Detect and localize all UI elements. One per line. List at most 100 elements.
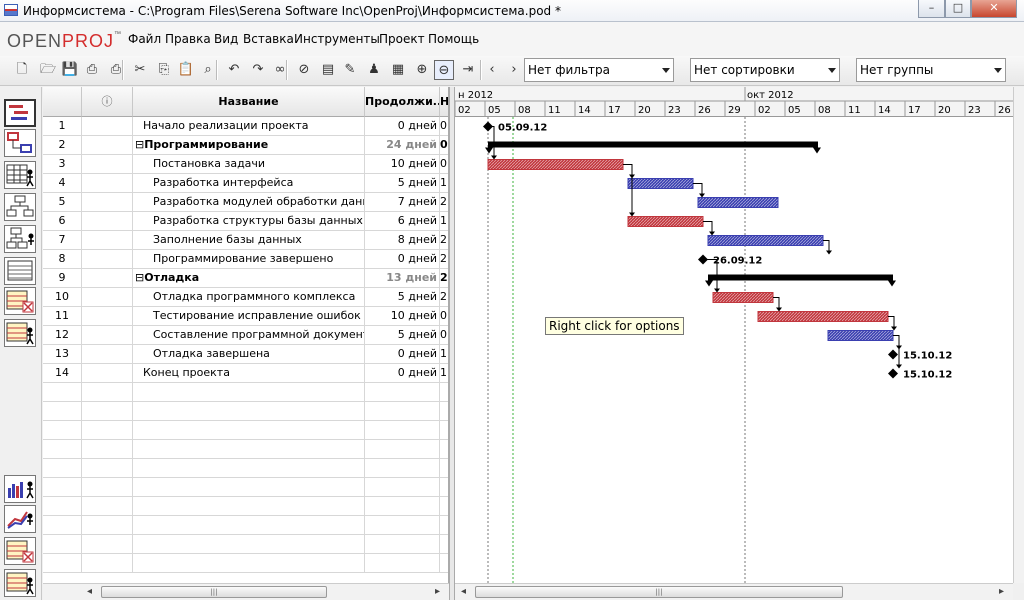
- task-duration[interactable]: 5 дней: [365, 326, 440, 345]
- task-name[interactable]: Начало реализации проекта: [133, 117, 365, 136]
- column-header-indicators[interactable]: ⓘ: [82, 87, 133, 117]
- resource-usage-detail-button[interactable]: [4, 569, 36, 597]
- empty-table-row[interactable]: [43, 535, 448, 554]
- task-name[interactable]: [133, 459, 365, 478]
- task-duration[interactable]: 5 дней: [365, 174, 440, 193]
- scroll-right-icon[interactable]: ▸: [999, 586, 1004, 597]
- task-duration[interactable]: [365, 497, 440, 516]
- project-view-button[interactable]: [4, 319, 36, 347]
- task-duration[interactable]: 5 дней: [365, 288, 440, 307]
- task-name[interactable]: Составление программной документации: [133, 326, 365, 345]
- task-duration[interactable]: [365, 478, 440, 497]
- task-name[interactable]: Разработка модулей обработки данных: [133, 193, 365, 212]
- menu-tools[interactable]: Инструменты: [294, 32, 380, 46]
- save-icon[interactable]: 💾: [60, 60, 80, 80]
- task-name[interactable]: Разработка интерфейса: [133, 174, 365, 193]
- task-duration[interactable]: 24 дней: [365, 136, 440, 155]
- table-row[interactable]: 3 Постановка задачи 10 дней 0: [43, 155, 448, 174]
- task-duration[interactable]: [365, 459, 440, 478]
- resource-usage-view-button[interactable]: [4, 161, 36, 189]
- find-icon[interactable]: ⌕: [198, 60, 218, 80]
- empty-table-row[interactable]: [43, 516, 448, 535]
- table-row[interactable]: 6 Разработка структуры базы данных 6 дней 1: [43, 212, 448, 231]
- task-name[interactable]: [133, 421, 365, 440]
- task-name[interactable]: ⊟Программирование: [133, 136, 365, 155]
- open-icon[interactable]: 🗁: [38, 60, 58, 80]
- task-duration[interactable]: [365, 535, 440, 554]
- menu-edit[interactable]: Правка: [165, 32, 211, 46]
- column-header-id[interactable]: [43, 87, 82, 117]
- table-row[interactable]: 13 Отладка завершена 0 дней 1: [43, 345, 448, 364]
- task-name[interactable]: Отладка программного комплекса: [133, 288, 365, 307]
- undo-icon[interactable]: ↶: [224, 60, 244, 80]
- minimize-button[interactable]: –: [918, 0, 945, 18]
- scroll-thumb[interactable]: |||: [475, 586, 843, 598]
- table-row[interactable]: 10 Отладка программного комплекса 5 дней 2: [43, 288, 448, 307]
- redo-icon[interactable]: ↷: [248, 60, 268, 80]
- empty-table-row[interactable]: [43, 383, 448, 402]
- table-row[interactable]: 2 ⊟Программирование 24 дней 0: [43, 136, 448, 155]
- task-name[interactable]: Постановка задачи: [133, 155, 365, 174]
- task-name[interactable]: Заполнение базы данных: [133, 231, 365, 250]
- gantt-view-button[interactable]: [4, 99, 36, 127]
- group-select[interactable]: Нет группы: [856, 58, 1006, 82]
- task-name[interactable]: [133, 497, 365, 516]
- task-name[interactable]: Отладка завершена: [133, 345, 365, 364]
- column-header-name[interactable]: Название: [133, 87, 365, 117]
- new-icon[interactable]: 🗋: [12, 60, 32, 80]
- maximize-button[interactable]: □: [945, 0, 971, 18]
- task-name[interactable]: Разработка структуры базы данных: [133, 212, 365, 231]
- task-name[interactable]: Программирование завершено: [133, 250, 365, 269]
- prev-icon[interactable]: ‹: [482, 60, 502, 80]
- table-row[interactable]: 12 Составление программной документации5 …: [43, 326, 448, 345]
- task-duration[interactable]: 0 дней: [365, 364, 440, 383]
- table-row[interactable]: 11 Тестирование исправление ошибок 10 дней…: [43, 307, 448, 326]
- table-row[interactable]: 7 Заполнение базы данных 8 дней 2: [43, 231, 448, 250]
- column-header-duration[interactable]: Продолжи...: [365, 87, 440, 117]
- print-icon[interactable]: ⎙: [82, 60, 102, 80]
- scroll-right-icon[interactable]: ▸: [435, 586, 440, 597]
- zoom-in-icon[interactable]: ⊕: [412, 60, 432, 80]
- task-duration[interactable]: 10 дней: [365, 155, 440, 174]
- table-horizontal-scrollbar[interactable]: ◂ ||| ▸: [43, 583, 449, 600]
- empty-table-row[interactable]: [43, 478, 448, 497]
- copy-icon[interactable]: ⎘: [154, 60, 174, 80]
- task-duration[interactable]: [365, 516, 440, 535]
- zoom-out-icon[interactable]: ⊖: [434, 60, 454, 80]
- task-name[interactable]: Тестирование исправление ошибок: [133, 307, 365, 326]
- task-name[interactable]: [133, 554, 365, 573]
- task-name[interactable]: [133, 383, 365, 402]
- report-view-button[interactable]: [4, 287, 36, 315]
- calendar-icon[interactable]: ▦: [388, 60, 408, 80]
- scroll-thumb[interactable]: |||: [101, 586, 327, 598]
- empty-table-row[interactable]: [43, 554, 448, 573]
- task-duration[interactable]: 7 дней: [365, 193, 440, 212]
- table-row[interactable]: 4 Разработка интерфейса 5 дней 1: [43, 174, 448, 193]
- rbs-view-button[interactable]: [4, 225, 36, 253]
- menu-view[interactable]: Вид: [214, 32, 238, 46]
- task-duration[interactable]: 8 дней: [365, 231, 440, 250]
- task-duration[interactable]: [365, 383, 440, 402]
- cut-icon[interactable]: ✂: [130, 60, 150, 80]
- empty-table-row[interactable]: [43, 402, 448, 421]
- table-row[interactable]: 14 Конец проекта 0 дней 1: [43, 364, 448, 383]
- task-name[interactable]: [133, 440, 365, 459]
- task-name[interactable]: [133, 516, 365, 535]
- task-name[interactable]: Конец проекта: [133, 364, 365, 383]
- task-duration[interactable]: 6 дней: [365, 212, 440, 231]
- scroll-to-task-icon[interactable]: ⇥: [458, 60, 478, 80]
- close-button[interactable]: ✕: [971, 0, 1017, 18]
- empty-table-row[interactable]: [43, 497, 448, 516]
- task-duration[interactable]: [365, 440, 440, 459]
- scroll-left-icon[interactable]: ◂: [87, 586, 92, 597]
- paste-icon[interactable]: 📋: [176, 60, 196, 80]
- filter-select[interactable]: Нет фильтра: [524, 58, 674, 82]
- resource-icon[interactable]: ♟: [364, 60, 384, 80]
- menu-project[interactable]: Проект: [379, 32, 425, 46]
- column-header-start[interactable]: Н: [440, 87, 448, 117]
- table-row[interactable]: 5 Разработка модулей обработки данных 7 дн…: [43, 193, 448, 212]
- unlink-icon[interactable]: ⊘: [294, 60, 314, 80]
- task-info-icon[interactable]: ▤: [318, 60, 338, 80]
- task-duration[interactable]: 0 дней: [365, 117, 440, 136]
- task-name[interactable]: ⊟Отладка: [133, 269, 365, 288]
